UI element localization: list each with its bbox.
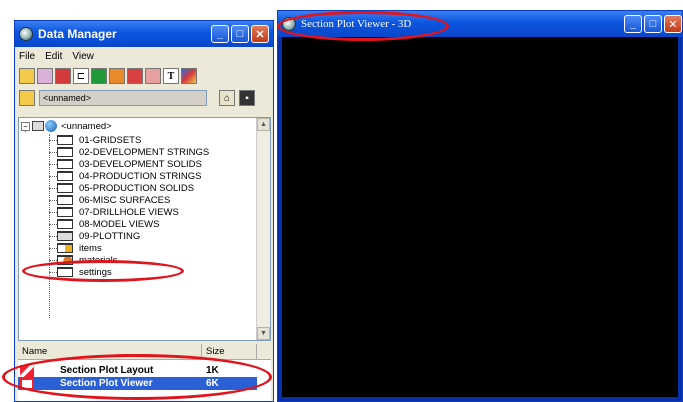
folder-icon xyxy=(57,159,73,169)
data-manager-window: Data Manager _ □ ✕ File Edit View ⊏ T <u… xyxy=(14,20,274,402)
scroll-down-icon[interactable]: ▼ xyxy=(257,327,270,340)
data-manager-titlebar[interactable]: Data Manager _ □ ✕ xyxy=(15,21,273,47)
tree-folder-development-strings[interactable]: 02-DEVELOPMENT STRINGS xyxy=(57,146,209,158)
materials-label: materials xyxy=(79,254,118,266)
list-item[interactable]: Section Plot Layout 1K xyxy=(18,364,257,377)
column-size-header[interactable]: Size xyxy=(202,344,257,359)
marker-icon[interactable] xyxy=(145,68,161,84)
minimize-button[interactable]: _ xyxy=(624,15,642,33)
open-folder-icon xyxy=(57,231,73,241)
globe-icon xyxy=(45,120,57,132)
tree-root[interactable]: − <unnamed> xyxy=(21,120,112,132)
menu-file[interactable]: File xyxy=(19,51,35,62)
tree-folder-drillhole-views[interactable]: 07-DRILLHOLE VIEWS xyxy=(57,206,179,218)
list-header: Name Size xyxy=(18,344,271,360)
folder-icon xyxy=(57,195,73,205)
block-icon[interactable] xyxy=(109,68,125,84)
viewer-icon xyxy=(20,377,34,390)
folder-label: 08-MODEL VIEWS xyxy=(79,218,160,230)
folder-icon xyxy=(57,183,73,193)
tree-folder-plotting[interactable]: 09-PLOTTING xyxy=(57,230,140,242)
collapse-icon[interactable]: − xyxy=(21,121,30,131)
items-label: items xyxy=(79,242,102,254)
list-item-name: Section Plot Layout xyxy=(60,365,154,376)
folder-icon xyxy=(57,267,73,277)
folder-label: 02-DEVELOPMENT STRINGS xyxy=(79,146,210,158)
solid-icon[interactable] xyxy=(37,68,53,84)
folder-icon xyxy=(57,219,73,229)
folder-label: 09-PLOTTING xyxy=(79,230,141,242)
folder-label: 06-MISC SURFACES xyxy=(79,194,171,206)
app-icon xyxy=(19,27,33,41)
text-icon[interactable]: T xyxy=(163,68,179,84)
tree-scrollbar[interactable]: ▲ ▼ xyxy=(256,118,270,340)
maximize-button[interactable]: □ xyxy=(231,25,249,43)
tree-folder-misc-surfaces[interactable]: 06-MISC SURFACES xyxy=(57,194,170,206)
image-icon[interactable] xyxy=(181,68,197,84)
file-list: Section Plot Layout 1K Section Plot View… xyxy=(18,360,271,401)
list-item-size: 1K xyxy=(206,365,219,376)
minimize-button[interactable]: _ xyxy=(211,25,229,43)
folder-up-icon[interactable] xyxy=(19,90,35,106)
tree-settings[interactable]: settings xyxy=(57,266,112,278)
folder-icon xyxy=(57,147,73,157)
folder-label: 04-PRODUCTION STRINGS xyxy=(79,170,202,182)
save-icon[interactable]: ▪ xyxy=(239,90,255,106)
folder-icon xyxy=(57,135,73,145)
folder-tree: − <unnamed> 01-GRIDSETS 02-DEVELOPMENT S… xyxy=(18,117,271,341)
app-icon xyxy=(282,17,296,31)
tree-folder-gridsets[interactable]: 01-GRIDSETS xyxy=(57,134,141,146)
tree-items[interactable]: items xyxy=(57,242,102,254)
folder-label: 03-DEVELOPMENT SOLIDS xyxy=(79,158,202,170)
list-item-size: 6K xyxy=(206,378,219,389)
section-plot-viewer-window: Section Plot Viewer - 3D _ □ ✕ xyxy=(277,10,683,402)
viewer-title: Section Plot Viewer - 3D xyxy=(301,18,412,30)
menu-bar: File Edit View xyxy=(15,47,273,65)
folder-icon[interactable] xyxy=(19,68,35,84)
path-field[interactable]: <unnamed> xyxy=(39,90,207,106)
folder-label: 01-GRIDSETS xyxy=(79,134,142,146)
surface-icon[interactable] xyxy=(91,68,107,84)
items-icon xyxy=(57,243,73,253)
tree-folder-development-solids[interactable]: 03-DEVELOPMENT SOLIDS xyxy=(57,158,202,170)
scroll-up-icon[interactable]: ▲ xyxy=(257,118,270,131)
close-button[interactable]: ✕ xyxy=(664,15,682,33)
menu-edit[interactable]: Edit xyxy=(45,51,62,62)
folder-icon xyxy=(57,207,73,217)
data-manager-title: Data Manager xyxy=(38,27,117,41)
path-row: <unnamed> ⌂ ▪ xyxy=(15,87,273,109)
disk-icon xyxy=(32,121,44,131)
drillhole-icon[interactable] xyxy=(127,68,143,84)
settings-label: settings xyxy=(79,266,112,278)
cube-icon[interactable] xyxy=(55,68,71,84)
tree-root-label: <unnamed> xyxy=(61,120,112,132)
layout-icon xyxy=(20,364,34,377)
list-item-selected[interactable]: Section Plot Viewer 6K xyxy=(18,377,257,390)
materials-icon xyxy=(57,255,73,265)
toolbar: ⊏ T xyxy=(15,65,273,87)
viewer-canvas[interactable] xyxy=(282,37,678,397)
list-item-name: Section Plot Viewer xyxy=(60,378,153,389)
folder-label: 07-DRILLHOLE VIEWS xyxy=(79,206,179,218)
open-folder-icon[interactable]: ⌂ xyxy=(219,90,235,106)
folder-label: 05-PRODUCTION SOLIDS xyxy=(79,182,195,194)
menu-view[interactable]: View xyxy=(72,51,94,62)
folder-icon xyxy=(57,171,73,181)
tree-folder-model-views[interactable]: 08-MODEL VIEWS xyxy=(57,218,159,230)
tree-folder-production-solids[interactable]: 05-PRODUCTION SOLIDS xyxy=(57,182,194,194)
string-icon[interactable]: ⊏ xyxy=(73,68,89,84)
maximize-button[interactable]: □ xyxy=(644,15,662,33)
tree-materials[interactable]: materials xyxy=(57,254,118,266)
column-name-header[interactable]: Name xyxy=(18,344,202,359)
close-button[interactable]: ✕ xyxy=(251,25,269,43)
viewer-titlebar[interactable]: Section Plot Viewer - 3D _ □ ✕ xyxy=(278,11,682,37)
tree-folder-production-strings[interactable]: 04-PRODUCTION STRINGS xyxy=(57,170,201,182)
